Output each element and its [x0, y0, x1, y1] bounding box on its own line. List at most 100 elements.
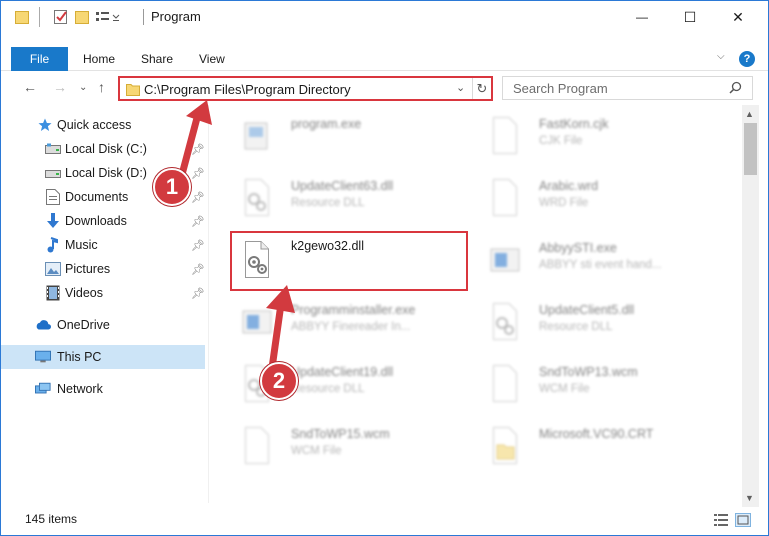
navigation-bar: ← → ⌄ ↑ C:\Program Files\Program Directo…	[1, 73, 768, 103]
up-arrow-icon[interactable]: ↑	[98, 79, 105, 95]
tab-view[interactable]: View	[199, 47, 225, 71]
folder-icon[interactable]	[15, 9, 29, 25]
file-type: Resource DLL	[291, 197, 365, 209]
sidebar-item-quick-access[interactable]: Quick access	[1, 113, 205, 137]
file-type: Resource DLL	[291, 383, 365, 395]
close-button[interactable]: ✕	[715, 1, 761, 33]
quick-access-divider	[39, 7, 40, 27]
file-item[interactable]: SndToWP15.wcm WCM File	[221, 415, 461, 475]
blank-file-icon	[487, 175, 523, 219]
scroll-down-icon[interactable]: ▼	[745, 493, 754, 503]
file-name: SndToWP15.wcm	[291, 427, 390, 441]
address-path[interactable]: C:\Program Files\Program Directory	[144, 82, 351, 97]
file-type: WCM File	[291, 445, 342, 457]
sidebar-item-label: Music	[65, 238, 98, 252]
sidebar-item-label: This PC	[57, 350, 102, 364]
annotation-callout-2: 2	[260, 362, 298, 400]
ribbon-tabs: File Home Share View ⌵ ?	[1, 47, 768, 71]
file-name: Arabic.wrd	[539, 179, 599, 193]
file-name: SndToWP13.wcm	[539, 365, 638, 379]
sidebar-item-downloads[interactable]: Downloads 📌︎	[1, 209, 205, 233]
sidebar-item-label: Videos	[65, 286, 103, 300]
annotation-callout-1: 1	[153, 168, 191, 206]
customize-toolbar-icon[interactable]	[95, 9, 121, 25]
file-type: CJK File	[539, 135, 583, 147]
sidebar-item-this-pc[interactable]: This PC	[1, 345, 205, 369]
sidebar-item-pictures[interactable]: Pictures 📌︎	[1, 257, 205, 281]
forward-arrow-icon[interactable]: →	[53, 79, 67, 95]
music-icon	[45, 237, 61, 253]
app-icon	[487, 237, 523, 281]
drive-icon	[45, 141, 61, 157]
file-name: UpdateClient19.dll	[291, 365, 394, 379]
large-icons-view-icon[interactable]	[735, 513, 751, 527]
sidebar-item-music[interactable]: Music 📌︎	[1, 233, 205, 257]
star-icon	[37, 117, 53, 133]
search-icon[interactable]	[729, 81, 742, 97]
maximize-button[interactable]: ☐	[667, 1, 713, 33]
new-folder-icon[interactable]	[75, 9, 89, 25]
address-bar[interactable]: C:\Program Files\Program Directory ⌄ ↻	[118, 76, 493, 101]
scrollbar-thumb[interactable]	[744, 123, 757, 175]
sidebar-item-label: Local Disk (D:)	[65, 166, 147, 180]
cloud-icon	[35, 317, 51, 333]
blank-file-icon	[487, 113, 523, 157]
file-type: ABBYY sti event hand...	[539, 259, 662, 271]
search-box[interactable]: Search Program	[502, 76, 753, 100]
file-explorer-window: Program — ☐ ✕ File Home Share View ⌵ ? ←…	[0, 0, 769, 536]
videos-icon	[45, 285, 61, 301]
file-item[interactable]: UpdateClient63.dll Resource DLL	[221, 167, 461, 227]
scroll-up-icon[interactable]: ▲	[745, 109, 754, 119]
exe-icon	[239, 113, 275, 157]
tab-share[interactable]: Share	[141, 47, 173, 71]
file-item[interactable]: FastKorn.cjk CJK File	[469, 105, 709, 165]
sidebar-item-network[interactable]: Network	[1, 377, 205, 401]
pin-icon[interactable]: 📌︎	[191, 143, 205, 156]
recent-locations-icon[interactable]: ⌄	[79, 82, 87, 93]
properties-icon[interactable]	[53, 9, 69, 25]
title-divider	[143, 9, 144, 25]
file-item[interactable]: AbbyySTI.exe ABBYY sti event hand...	[469, 229, 709, 289]
minimize-button[interactable]: —	[619, 1, 665, 33]
sidebar-item-local-disk-c[interactable]: Local Disk (C:) 📌︎	[1, 137, 205, 161]
file-item[interactable]: program.exe	[221, 105, 461, 165]
details-view-icon[interactable]	[713, 513, 729, 527]
sidebar-item-label: Downloads	[65, 214, 127, 228]
file-type: ABBYY Finereader In...	[291, 321, 411, 333]
pin-icon[interactable]: 📌︎	[191, 287, 205, 300]
file-item[interactable]: Programminstaller.exe ABBYY Finereader I…	[221, 291, 461, 351]
sidebar-item-onedrive[interactable]: OneDrive	[1, 313, 205, 337]
search-input[interactable]: Search Program	[513, 81, 608, 96]
tab-file[interactable]: File	[11, 47, 68, 71]
file-list: program.exe FastKorn.cjk CJK File Update…	[211, 105, 743, 507]
expand-ribbon-icon[interactable]: ⌵	[717, 51, 725, 62]
file-item[interactable]: SndToWP13.wcm WCM File	[469, 353, 709, 413]
pin-icon[interactable]: 📌︎	[191, 215, 205, 228]
file-item[interactable]: UpdateClient19.dll Resource DLL	[221, 353, 461, 413]
documents-icon	[45, 189, 61, 205]
drive-icon	[45, 165, 61, 181]
pin-icon[interactable]: 📌︎	[191, 263, 205, 276]
sidebar-item-videos[interactable]: Videos 📌︎	[1, 281, 205, 305]
pin-icon[interactable]: 📌︎	[191, 239, 205, 252]
refresh-icon[interactable]: ↻	[472, 78, 491, 99]
vertical-scrollbar[interactable]: ▲ ▼	[742, 105, 759, 507]
file-item[interactable]: Microsoft.VC90.CRT	[469, 415, 709, 475]
help-button[interactable]: ?	[739, 51, 755, 67]
file-name: AbbyySTI.exe	[539, 241, 617, 255]
tab-home[interactable]: Home	[83, 47, 115, 71]
pin-icon[interactable]: 📌︎	[191, 191, 205, 204]
file-name: Programminstaller.exe	[291, 303, 416, 317]
item-count: 145 items	[25, 512, 78, 526]
pin-icon[interactable]: 📌︎	[191, 167, 205, 180]
file-type: Resource DLL	[539, 321, 613, 333]
file-item[interactable]: UpdateClient5.dll Resource DLL	[469, 291, 709, 351]
sidebar-item-label: Documents	[65, 190, 129, 204]
chevron-down-icon[interactable]: ⌄	[456, 81, 465, 94]
app-icon	[239, 299, 275, 343]
selected-file-highlight	[230, 231, 468, 291]
pictures-icon	[45, 261, 61, 277]
pane-divider[interactable]	[208, 105, 209, 503]
back-arrow-icon[interactable]: ←	[23, 79, 37, 95]
file-item[interactable]: Arabic.wrd WRD File	[469, 167, 709, 227]
